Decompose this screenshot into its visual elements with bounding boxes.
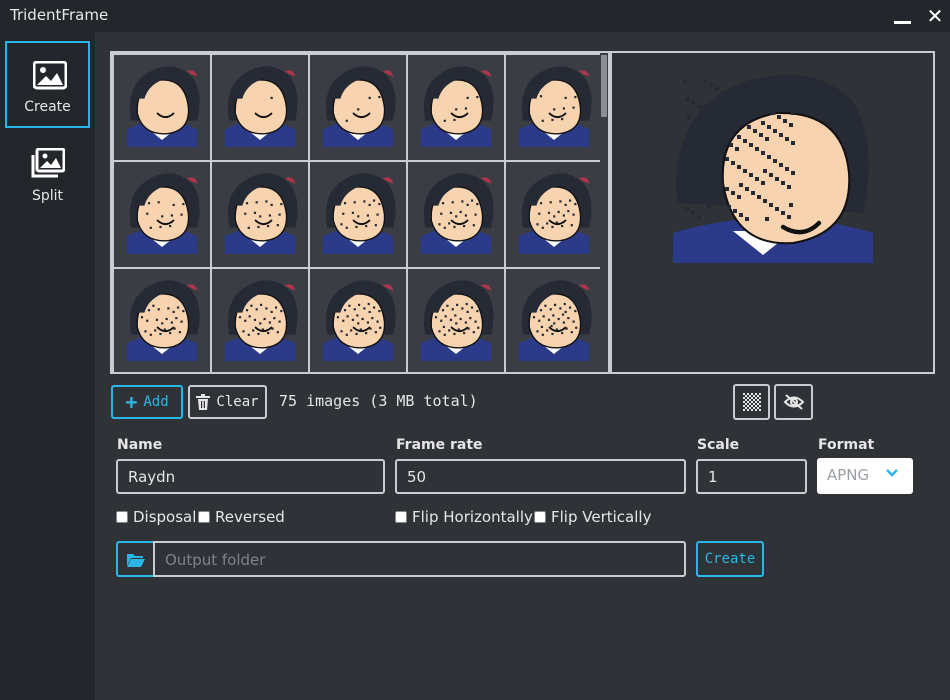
checkbox-box[interactable] [116, 511, 128, 523]
format-select[interactable]: APNG [817, 458, 913, 494]
flip-horizontally-checkbox[interactable]: Flip Horizontally [395, 508, 533, 526]
frame-thumbnail[interactable] [212, 162, 308, 267]
output-folder-input[interactable]: Output folder [153, 541, 686, 577]
image-icon [33, 61, 67, 90]
sidebar-item-label: Split [31, 188, 64, 204]
clear-button[interactable]: Clear [188, 385, 267, 419]
name-input[interactable]: Raydn [116, 459, 385, 494]
hide-preview-button[interactable] [774, 384, 813, 420]
checkerboard-icon [742, 393, 761, 411]
sidebar-item-create[interactable]: Create [5, 41, 90, 128]
frame-thumbnail[interactable] [114, 55, 210, 160]
transparency-toggle-button[interactable] [733, 384, 770, 420]
folder-open-icon [127, 554, 145, 567]
preview-image [673, 63, 873, 263]
frame-thumbnail[interactable] [114, 269, 210, 372]
checkbox-box[interactable] [534, 511, 546, 523]
name-label: Name [117, 437, 163, 453]
eye-slash-icon [783, 394, 804, 410]
scrollbar-thumb[interactable] [601, 55, 607, 117]
chevron-down-icon [886, 469, 898, 477]
clear-button-label: Clear [216, 394, 259, 410]
preview-panel [610, 51, 935, 374]
reversed-checkbox[interactable]: Reversed [198, 508, 285, 526]
checkbox-label: Flip Vertically [551, 508, 652, 526]
create-button[interactable]: Create [696, 541, 764, 577]
scale-input[interactable]: 1 [696, 459, 807, 494]
scrollbar[interactable] [600, 53, 608, 372]
checkbox-box[interactable] [395, 511, 407, 523]
flip-vertically-checkbox[interactable]: Flip Vertically [534, 508, 651, 526]
frame-thumbnail[interactable] [212, 55, 308, 160]
frame-thumbnail[interactable] [114, 162, 210, 267]
frame-grid [114, 55, 604, 372]
frame-grid-panel[interactable] [110, 51, 610, 374]
frame-thumbnail[interactable] [506, 55, 602, 160]
frame-thumbnail[interactable] [408, 269, 504, 372]
frame-rate-label: Frame rate [396, 437, 483, 453]
disposal-checkbox[interactable]: Disposal [116, 508, 196, 526]
format-select-value: APNG [827, 466, 870, 484]
checkbox-label: Disposal [133, 508, 197, 526]
images-icon [31, 148, 65, 178]
frame-thumbnail[interactable] [408, 55, 504, 160]
format-label: Format [818, 437, 875, 453]
app-title: TridentFrame [10, 6, 109, 24]
create-button-label: Create [704, 551, 756, 567]
frame-thumbnail[interactable] [506, 269, 602, 372]
sidebar: Create Split [0, 32, 95, 700]
checkbox-label: Flip Horizontally [412, 508, 533, 526]
title-bar: TridentFrame ✕ [0, 0, 950, 32]
frame-thumbnail[interactable] [310, 269, 406, 372]
browse-folder-button[interactable] [116, 541, 154, 577]
checkbox-box[interactable] [198, 511, 210, 523]
close-button[interactable]: ✕ [924, 4, 946, 28]
frame-thumbnail[interactable] [408, 162, 504, 267]
frame-thumbnail[interactable] [310, 162, 406, 267]
frame-thumbnail[interactable] [212, 269, 308, 372]
scale-label: Scale [697, 437, 740, 453]
sidebar-item-split[interactable]: Split [5, 140, 90, 227]
minimize-button[interactable] [892, 4, 914, 28]
add-button[interactable]: + Add [111, 385, 183, 419]
frame-thumbnail[interactable] [506, 162, 602, 267]
image-count-summary: 75 images (3 MB total) [279, 392, 478, 410]
frame-thumbnail[interactable] [310, 55, 406, 160]
sidebar-item-label: Create [24, 99, 71, 115]
plus-icon: + [125, 390, 138, 414]
trash-icon [196, 394, 211, 410]
frame-rate-input[interactable]: 50 [395, 459, 686, 494]
add-button-label: Add [143, 394, 169, 410]
checkbox-label: Reversed [215, 508, 285, 526]
